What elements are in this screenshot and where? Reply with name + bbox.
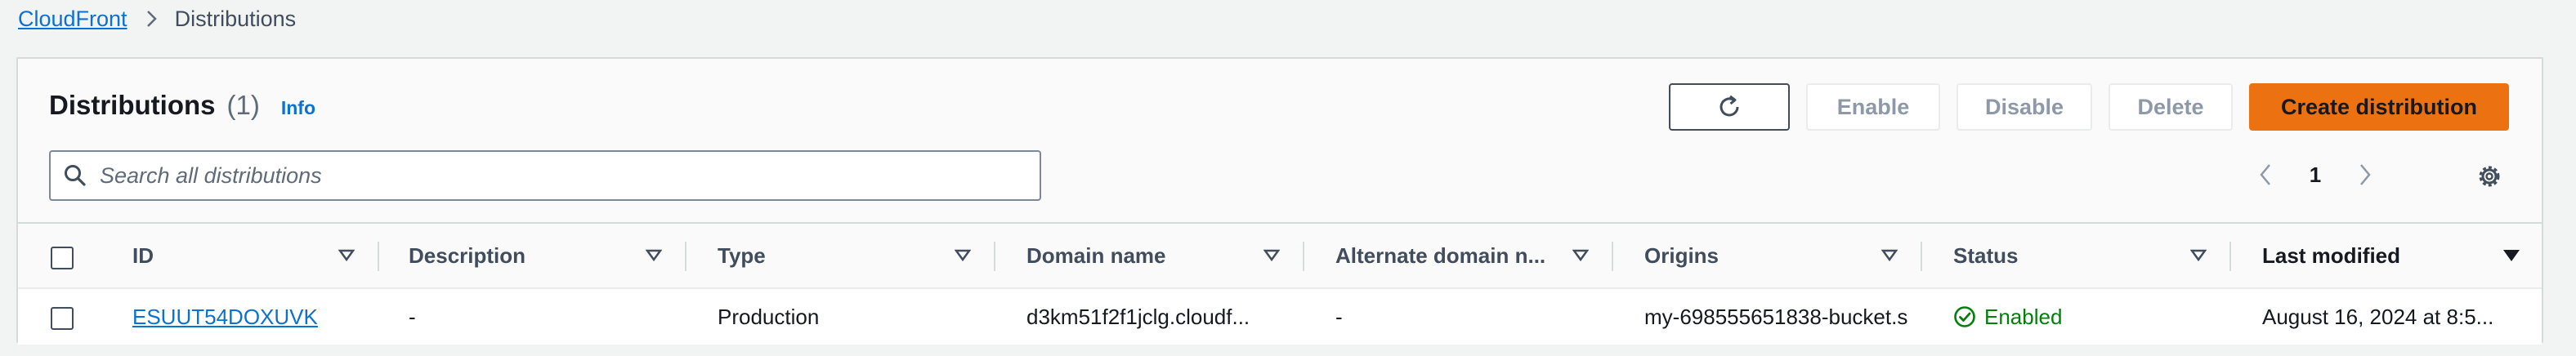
search-icon	[51, 163, 100, 188]
panel-title: Distributions	[49, 90, 216, 120]
enable-button[interactable]: Enable	[1806, 83, 1940, 131]
column-header-status[interactable]: Status	[1953, 224, 2018, 287]
column-header-type[interactable]: Type	[718, 224, 766, 287]
chevron-right-icon	[142, 10, 160, 28]
status-badge: Enabled	[1953, 289, 2062, 345]
search-placeholder: Search all distributions	[100, 162, 322, 188]
row-select-checkbox[interactable]	[51, 307, 74, 330]
column-header-id[interactable]: ID	[132, 224, 154, 287]
column-divider[interactable]	[1303, 242, 1304, 271]
panel-title-row: Distributions (1) Info	[49, 90, 315, 121]
panel-header: Distributions (1) Info Enable Disable De…	[18, 59, 2542, 222]
pagination: 1	[2249, 158, 2381, 191]
current-page[interactable]: 1	[2303, 162, 2328, 188]
column-header-last-modified[interactable]: Last modified	[2262, 224, 2400, 287]
column-divider[interactable]	[2229, 242, 2231, 271]
column-divider[interactable]	[685, 242, 686, 271]
filter-triangle-icon[interactable]	[1572, 224, 1589, 287]
table-row[interactable]: ESUUT54DOXUVK - Production d3km51f2f1jcl…	[18, 287, 2542, 345]
filter-triangle-icon[interactable]	[955, 224, 971, 287]
info-link[interactable]: Info	[281, 97, 315, 119]
create-distribution-button[interactable]: Create distribution	[2249, 83, 2509, 131]
column-divider[interactable]	[1921, 242, 1922, 271]
filter-triangle-icon[interactable]	[2190, 224, 2207, 287]
status-label: Enabled	[1984, 304, 2063, 329]
breadcrumb-current: Distributions	[174, 6, 297, 31]
breadcrumb-cloudfront-link[interactable]: CloudFront	[18, 7, 127, 32]
select-all-checkbox[interactable]	[51, 247, 74, 269]
column-header-domain-name[interactable]: Domain name	[1026, 224, 1166, 287]
column-header-alternate-domain[interactable]: Alternate domain n...	[1335, 224, 1545, 287]
distribution-id-link[interactable]: ESUUT54DOXUVK	[132, 289, 318, 345]
distribution-alternate-domain: -	[1335, 304, 1343, 329]
column-divider[interactable]	[1612, 242, 1613, 271]
filter-triangle-icon[interactable]	[1881, 224, 1898, 287]
refresh-button[interactable]	[1669, 83, 1790, 131]
disable-button[interactable]: Disable	[1957, 83, 2092, 131]
filter-triangle-icon[interactable]	[1263, 224, 1280, 287]
distribution-count: (1)	[226, 90, 260, 120]
previous-page-icon[interactable]	[2249, 158, 2282, 191]
search-input[interactable]: Search all distributions	[49, 150, 1041, 201]
distribution-description: -	[409, 304, 416, 329]
gear-icon[interactable]	[2473, 160, 2506, 193]
action-buttons: Enable Disable Delete Create distributio…	[1669, 83, 2509, 131]
distributions-panel: Distributions (1) Info Enable Disable De…	[16, 57, 2543, 345]
column-header-origins[interactable]: Origins	[1644, 224, 1719, 287]
distribution-type: Production	[718, 304, 820, 329]
filter-triangle-icon[interactable]	[338, 224, 355, 287]
distribution-last-modified: August 16, 2024 at 8:5...	[2262, 304, 2494, 329]
column-divider[interactable]	[378, 242, 379, 271]
filter-triangle-icon[interactable]	[646, 224, 662, 287]
breadcrumb: CloudFront Distributions	[18, 3, 296, 34]
check-circle-icon	[1953, 305, 1976, 328]
delete-button[interactable]: Delete	[2109, 83, 2233, 131]
distribution-domain-name: d3km51f2f1jclg.cloudf...	[1026, 304, 1250, 329]
refresh-icon	[1715, 93, 1743, 121]
distribution-origins: my-698555651838-bucket.s	[1644, 304, 1908, 329]
table-header: ID Description Type Domain name Alternat…	[18, 222, 2542, 287]
next-page-icon[interactable]	[2349, 158, 2381, 191]
sort-descending-icon[interactable]	[2502, 224, 2520, 287]
column-header-description[interactable]: Description	[409, 224, 525, 287]
column-divider[interactable]	[994, 242, 995, 271]
